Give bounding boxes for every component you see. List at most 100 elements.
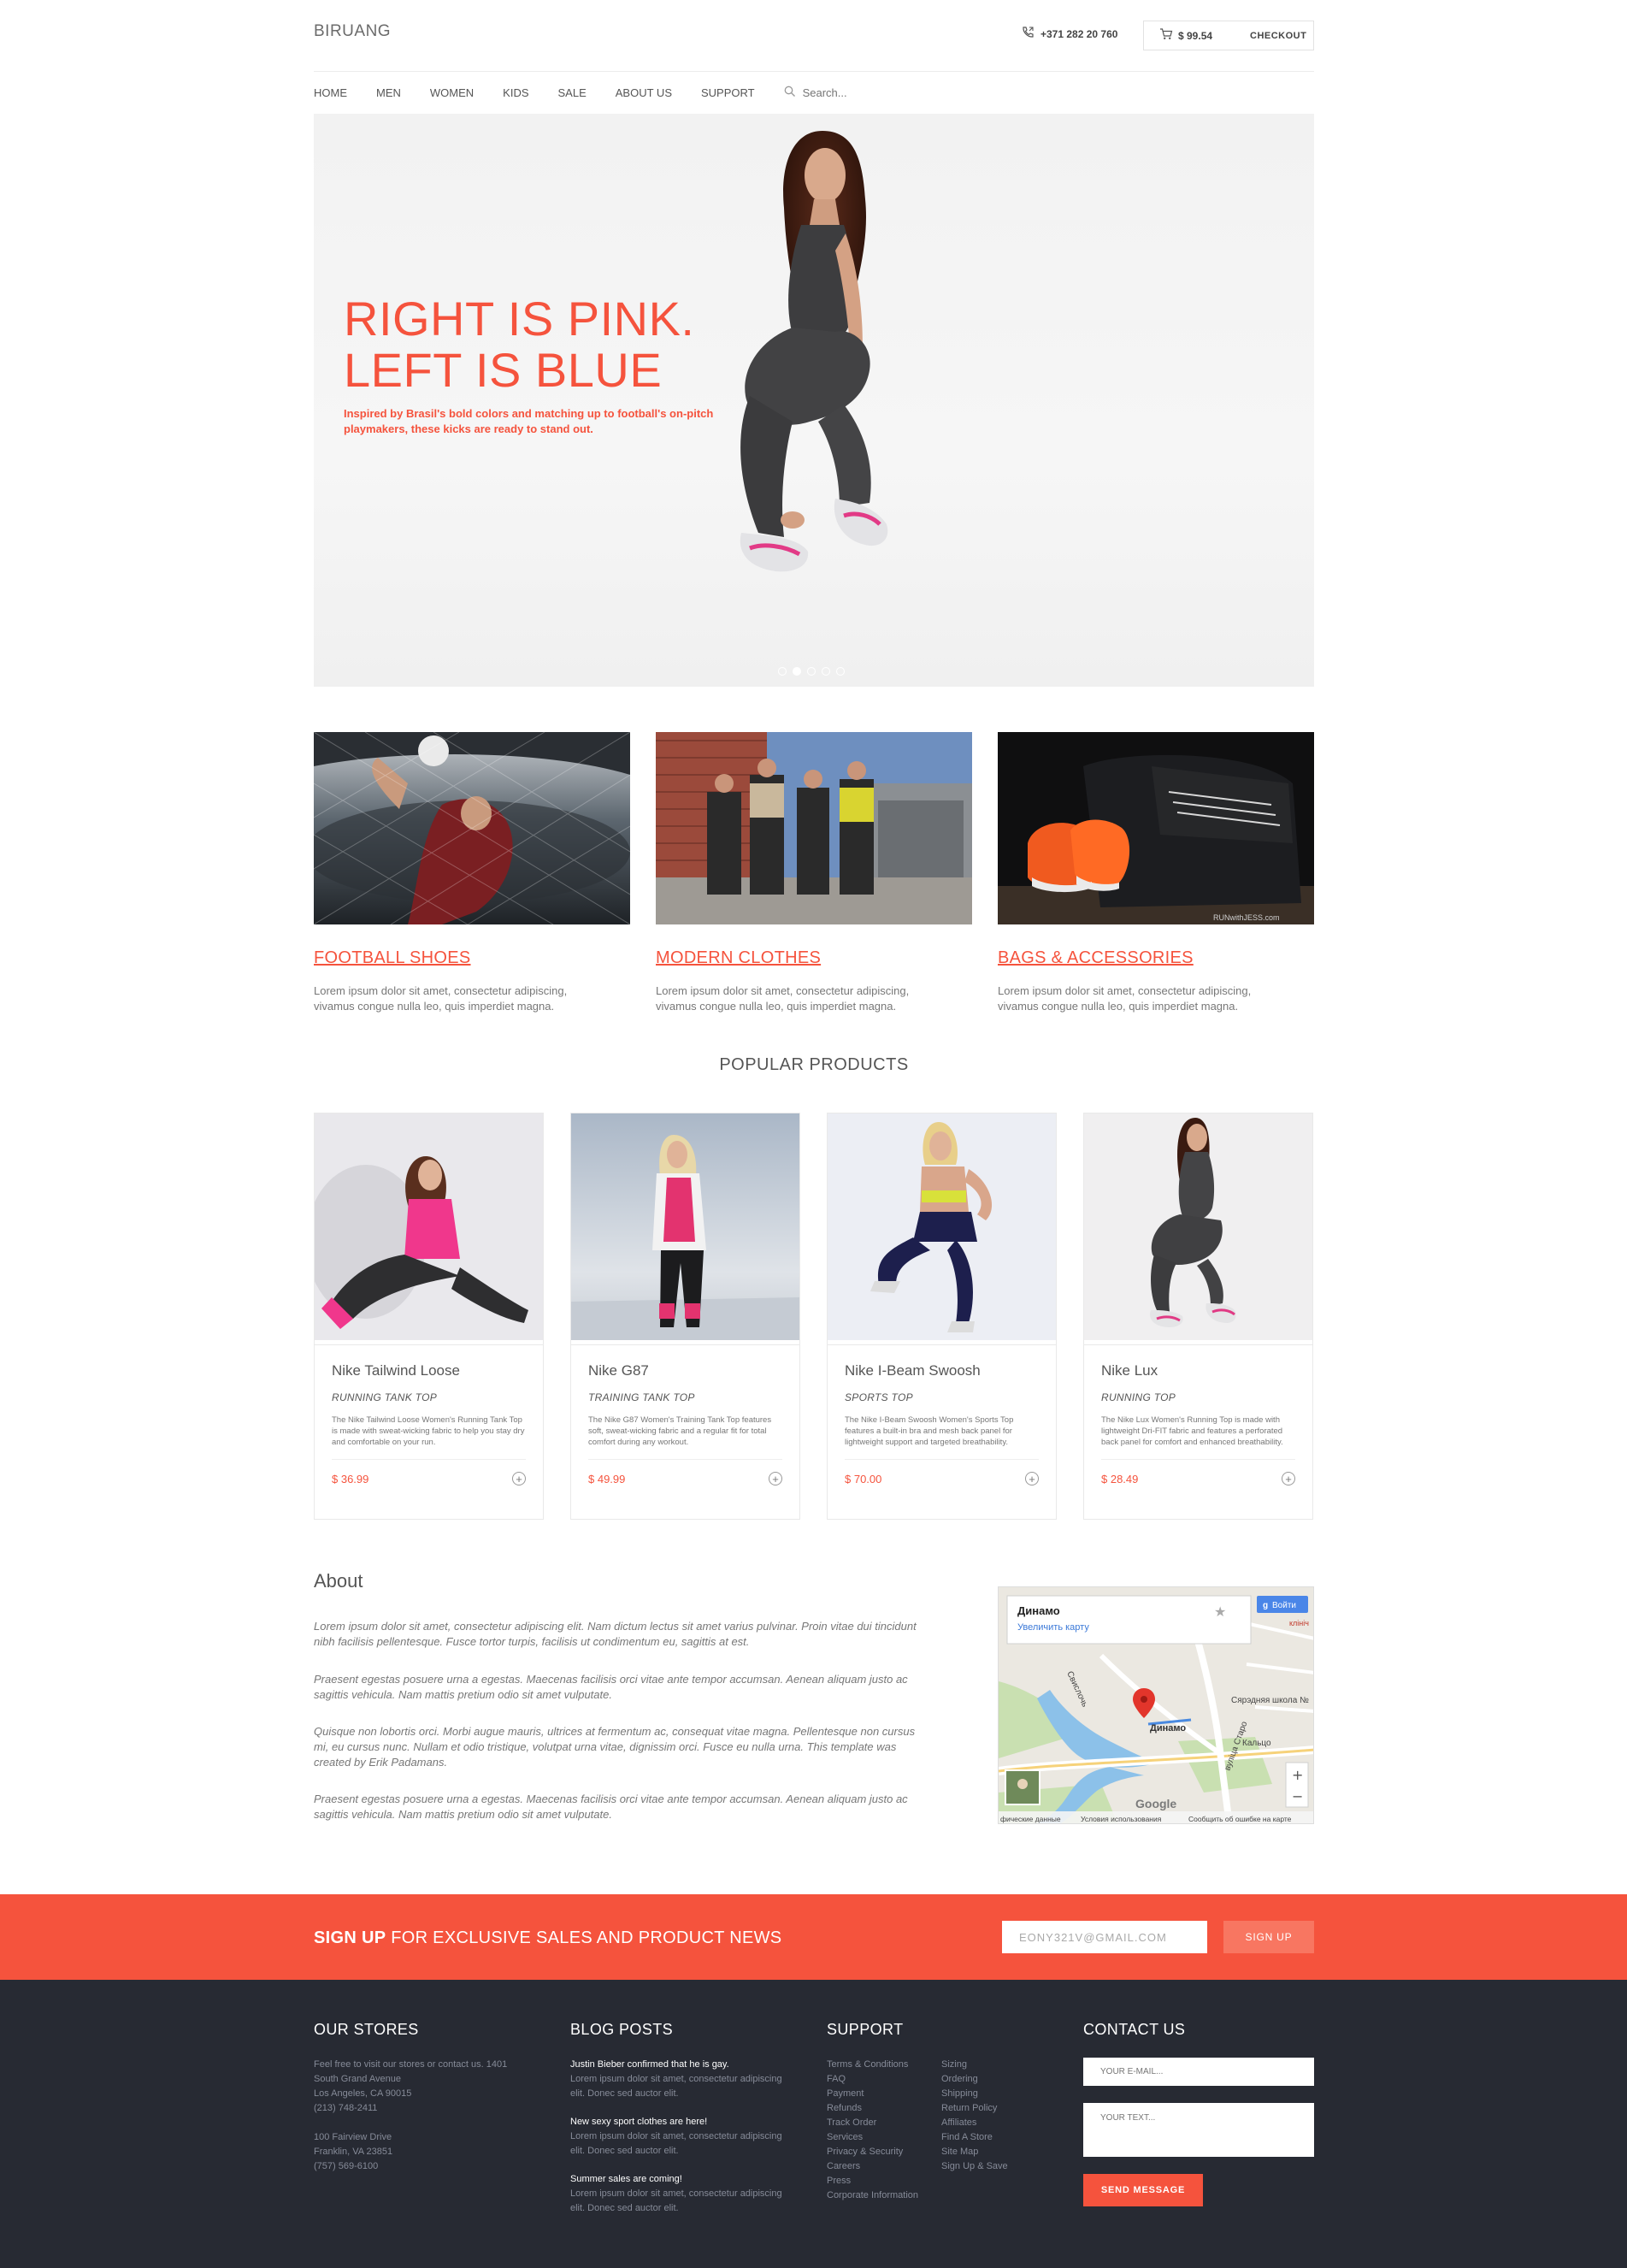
product-card: Nike I-Beam Swoosh SPORTS TOP The Nike I… — [827, 1113, 1057, 1520]
product-description: The Nike I-Beam Swoosh Women's Sports To… — [845, 1415, 1014, 1447]
nav-about-us[interactable]: ABOUT US — [616, 86, 672, 99]
map-place-name: Динамо — [1017, 1604, 1060, 1617]
footer-link[interactable]: Find A Store — [941, 2130, 1008, 2145]
category-text: Lorem ipsum dolor sit amet, consectetur … — [656, 984, 910, 1013]
hero-slider[interactable]: RIGHT IS PINK. LEFT IS BLUE Inspired by … — [314, 114, 1314, 687]
contact-text-input[interactable] — [1083, 2103, 1314, 2157]
map-enlarge-link[interactable]: Увеличить карту — [1017, 1622, 1089, 1633]
checkout-button[interactable]: CHECKOUT — [1238, 31, 1306, 41]
footer-stores: OUR STORES Feel free to visit our stores… — [314, 2021, 553, 2174]
footer-link[interactable]: Return Policy — [941, 2101, 1008, 2116]
product-type: RUNNING TOP — [1101, 1391, 1176, 1403]
signup-button[interactable]: SIGN UP — [1223, 1921, 1314, 1953]
hero-title-line1: RIGHT IS PINK. — [344, 292, 695, 346]
contact-email-input[interactable] — [1083, 2058, 1314, 2086]
location-map[interactable]: Динамо Сярэдняя школа № Кальцо вуліца Ст… — [998, 1586, 1314, 1824]
product-name[interactable]: Nike Lux — [1101, 1362, 1295, 1379]
zoom-in-icon[interactable]: + — [1292, 1767, 1303, 1783]
add-to-cart-icon[interactable]: + — [1025, 1472, 1039, 1485]
search-icon[interactable] — [784, 86, 796, 100]
main-nav: HOME MEN WOMEN KIDS SALE ABOUT US SUPPOR… — [314, 86, 905, 100]
nav-men[interactable]: MEN — [376, 86, 401, 99]
blog-post-title[interactable]: Justin Bieber confirmed that he is gay. — [570, 2058, 784, 2072]
nav-home[interactable]: HOME — [314, 86, 347, 99]
blog-post[interactable]: Justin Bieber confirmed that he is gay. … — [570, 2058, 784, 2101]
slider-dot[interactable] — [836, 667, 845, 676]
phone-icon — [1021, 26, 1035, 42]
footer-link[interactable]: Payment — [827, 2087, 941, 2101]
slider-dot-active[interactable] — [793, 667, 801, 676]
footer-link[interactable]: Shipping — [941, 2087, 1008, 2101]
slider-dot[interactable] — [807, 667, 816, 676]
star-icon[interactable]: ★ — [1214, 1604, 1226, 1620]
footer-link[interactable]: FAQ — [827, 2072, 941, 2087]
blog-post[interactable]: Summer sales are coming! Lorem ipsum dol… — [570, 2172, 784, 2216]
footer-heading: OUR STORES — [314, 2021, 419, 2038]
product-image[interactable] — [1084, 1113, 1312, 1340]
footer: OUR STORES Feel free to visit our stores… — [0, 1980, 1627, 2268]
footer-heading: CONTACT US — [1083, 2021, 1186, 2038]
signup-email-input[interactable] — [1002, 1921, 1207, 1953]
map-canvas[interactable]: Динамо Сярэдняя школа № Кальцо вуліца Ст… — [999, 1587, 1314, 1824]
divider — [588, 1459, 782, 1460]
slider-dot[interactable] — [822, 667, 830, 676]
bags-accessories-image[interactable]: RUNwithJESS.com — [998, 732, 1314, 924]
footer-link[interactable]: Privacy & Security — [827, 2145, 941, 2159]
map-marker-label: Динамо — [1150, 1723, 1186, 1733]
send-message-button[interactable]: SEND MESSAGE — [1083, 2174, 1203, 2206]
footer-link[interactable]: Sign Up & Save — [941, 2159, 1008, 2174]
footer-link[interactable]: Ordering — [941, 2072, 1008, 2087]
footer-link[interactable]: Sizing — [941, 2058, 1008, 2072]
nav-women[interactable]: WOMEN — [430, 86, 474, 99]
cart-button[interactable]: $ 99.54 — [1144, 28, 1238, 43]
category-title[interactable]: BAGS & ACCESSORIES — [998, 948, 1314, 968]
blog-post-title[interactable]: Summer sales are coming! — [570, 2172, 784, 2187]
add-to-cart-icon[interactable]: + — [769, 1472, 782, 1485]
product-image[interactable] — [571, 1113, 799, 1340]
nav-sale[interactable]: SALE — [558, 86, 587, 99]
product-name[interactable]: Nike Tailwind Loose — [332, 1362, 526, 1379]
footer-link[interactable]: Track Order — [827, 2116, 941, 2130]
footer-link[interactable]: Site Map — [941, 2145, 1008, 2159]
footer-heading: BLOG POSTS — [570, 2021, 674, 2038]
zoom-out-icon[interactable]: − — [1292, 1788, 1303, 1804]
product-name[interactable]: Nike G87 — [588, 1362, 782, 1379]
blog-post[interactable]: New sexy sport clothes are here! Lorem i… — [570, 2115, 784, 2159]
footer-link[interactable]: Affiliates — [941, 2116, 1008, 2130]
map-signin-button[interactable]: Войти — [1272, 1601, 1296, 1610]
product-name[interactable]: Nike I-Beam Swoosh — [845, 1362, 1039, 1379]
footer-link[interactable]: Press — [827, 2174, 941, 2188]
map-report-link[interactable]: Сообщить об ошибке на карте — [1188, 1815, 1292, 1823]
product-type: SPORTS TOP — [845, 1391, 913, 1403]
nav-support[interactable]: SUPPORT — [701, 86, 755, 99]
product-image[interactable] — [828, 1113, 1056, 1340]
football-shoes-image[interactable] — [305, 731, 631, 925]
cart-total: $ 99.54 — [1178, 29, 1213, 42]
category-title[interactable]: FOOTBALL SHOES — [314, 948, 630, 968]
slider-dot[interactable] — [778, 667, 787, 676]
product-card: Nike G87 TRAINING TANK TOP The Nike G87 … — [570, 1113, 800, 1520]
logo[interactable]: BIRUANG — [314, 22, 391, 41]
footer-link[interactable]: Corporate Information — [827, 2188, 941, 2203]
search-box — [784, 86, 905, 100]
add-to-cart-icon[interactable]: + — [512, 1472, 526, 1485]
add-to-cart-icon[interactable]: + — [1282, 1472, 1295, 1485]
product-image[interactable] — [306, 1113, 543, 1340]
footer-link[interactable]: Terms & Conditions — [827, 2058, 941, 2072]
footer-link[interactable]: Careers — [827, 2159, 941, 2174]
category-title[interactable]: MODERN CLOTHES — [656, 948, 972, 968]
map-terms-link[interactable]: Условия использования — [1081, 1815, 1162, 1823]
search-input[interactable] — [802, 86, 905, 99]
blog-post-title[interactable]: New sexy sport clothes are here! — [570, 2115, 784, 2129]
product-card: Nike Tailwind Loose RUNNING TANK TOP The… — [306, 1113, 544, 1520]
product-price: $ 70.00 — [845, 1472, 882, 1485]
modern-clothes-image[interactable] — [656, 732, 972, 924]
category-card: RUNwithJESS.com BAGS & ACCESSORIES Lorem… — [998, 732, 1314, 1014]
category-card: MODERN CLOTHES Lorem ipsum dolor sit ame… — [656, 732, 972, 1014]
footer-link[interactable]: Services — [827, 2130, 941, 2145]
popular-products-title: POPULAR PRODUCTS — [719, 1055, 909, 1074]
phone-text: +371 282 20 760 — [1040, 27, 1118, 40]
phone-number[interactable]: +371 282 20 760 — [1021, 26, 1117, 42]
nav-kids[interactable]: KIDS — [503, 86, 528, 99]
footer-link[interactable]: Refunds — [827, 2101, 941, 2116]
